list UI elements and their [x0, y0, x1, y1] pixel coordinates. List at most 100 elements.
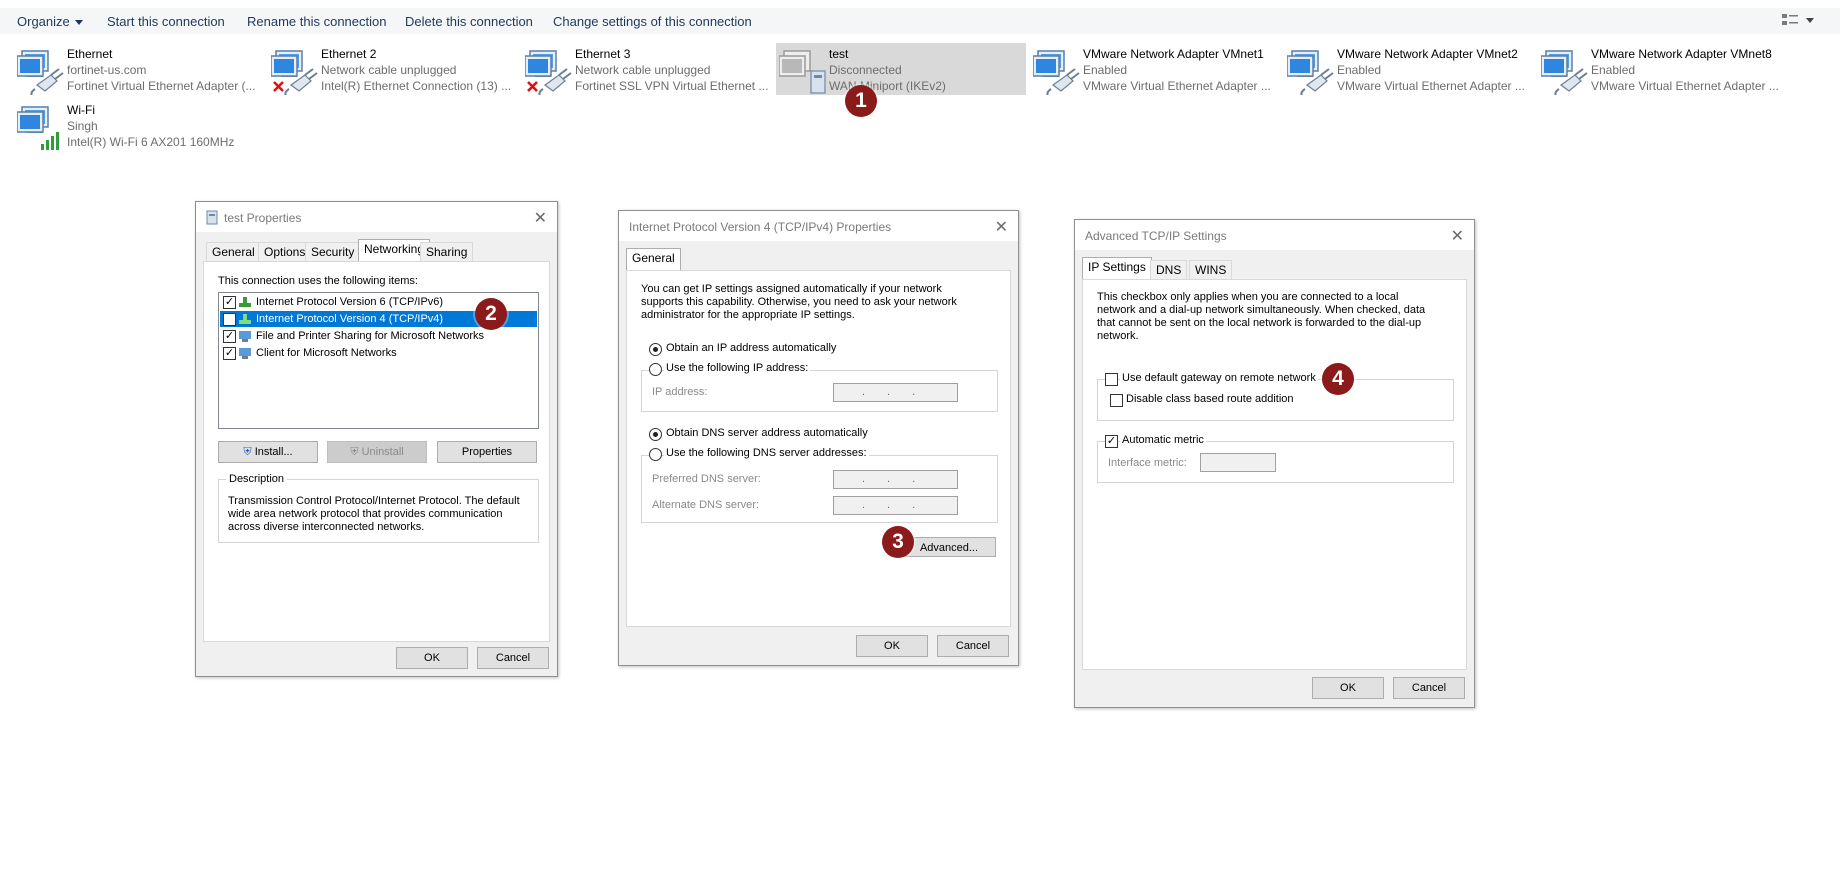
properties-button[interactable]: Properties [437, 441, 537, 463]
connection-status: fortinet-us.com [67, 63, 147, 77]
tab-sharing[interactable]: Sharing [420, 242, 474, 261]
tab-dns[interactable]: DNS [1150, 260, 1188, 279]
description-line-1: Transmission Control Protocol/Internet P… [228, 495, 520, 507]
connection-status: Enabled [1337, 63, 1382, 77]
interface-metric-label: Interface metric: [1108, 457, 1187, 469]
dialog-title-bar: Internet Protocol Version 4 (TCP/IPv4) P… [619, 211, 1018, 241]
info-line-1: This checkbox only applies when you are … [1097, 291, 1399, 303]
obtain-dns-label: Obtain DNS server address automatically [666, 427, 868, 439]
change-view-icon[interactable] [1782, 13, 1798, 27]
advanced-tcpip-dialog: Advanced TCP/IP Settings ✕ IP Settings D… [1074, 219, 1475, 708]
connection-ethernet-2[interactable]: Ethernet 2 Network cable unplugged Intel… [268, 43, 518, 95]
dialog-title: test Properties [224, 211, 302, 225]
protocol-icon [239, 297, 251, 307]
connection-wifi[interactable]: Wi-Fi Singh Intel(R) Wi-Fi 6 AX201 160MH… [14, 99, 264, 151]
connection-status: Singh [67, 119, 98, 133]
uninstall-label: Uninstall [361, 446, 404, 458]
shield-icon: ⛨ [243, 446, 252, 458]
file-sharing-checkbox[interactable]: ✓ [223, 330, 236, 343]
general-panel: You can get IP settings assigned automat… [626, 270, 1011, 627]
info-line-3: that cannot be sent on the local network… [1097, 317, 1422, 329]
tab-security[interactable]: Security [305, 242, 361, 261]
connection-ethernet[interactable]: Ethernet fortinet-us.com Fortinet Virtua… [14, 43, 264, 95]
vpn-connection-icon [779, 50, 826, 94]
connection-vmnet8[interactable]: VMware Network Adapter VMnet8 Enabled VM… [1538, 43, 1788, 95]
automatic-metric-checkbox[interactable]: ✓ [1105, 435, 1118, 448]
organize-menu[interactable]: Organize [17, 14, 83, 29]
connection-name: VMware Network Adapter VMnet8 [1591, 47, 1772, 61]
connection-status: Network cable unplugged [321, 63, 457, 77]
connection-device: VMware Virtual Ethernet Adapter ... [1591, 79, 1779, 93]
network-adapter-icon [17, 50, 64, 95]
change-settings-button[interactable]: Change settings of this connection [553, 14, 752, 29]
rename-connection-button[interactable]: Rename this connection [247, 14, 386, 29]
intro-line-3: administrator for the appropriate IP set… [641, 309, 855, 321]
tab-wins[interactable]: WINS [1189, 260, 1233, 279]
connection-status: Disconnected [829, 63, 902, 77]
use-dns-radio[interactable] [649, 448, 662, 461]
use-ip-radio[interactable] [649, 363, 662, 376]
ok-button[interactable]: OK [396, 647, 468, 669]
close-icon[interactable]: ✕ [534, 208, 547, 228]
ok-button[interactable]: OK [856, 635, 928, 657]
connection-device: Fortinet SSL VPN Virtual Ethernet ... [575, 79, 769, 93]
dialog-title-bar: Advanced TCP/IP Settings ✕ [1075, 220, 1474, 250]
disable-class-route-label: Disable class based route addition [1126, 393, 1294, 405]
connection-name: Ethernet 3 [575, 47, 631, 61]
tab-ip-settings[interactable]: IP Settings [1082, 257, 1152, 279]
list-item-label: Internet Protocol Version 4 (TCP/IPv4) [256, 313, 444, 325]
alternate-dns-field[interactable]: ... [833, 496, 958, 515]
tab-general[interactable]: General [206, 242, 261, 261]
info-line-2: network and a dial-up network simultaneo… [1097, 304, 1426, 316]
preferred-dns-field[interactable]: ... [833, 470, 958, 489]
command-bar: Organize Start this connection Rename th… [0, 8, 1840, 34]
step-badge-2: 2 [475, 298, 507, 330]
ip-address-label: IP address: [652, 386, 708, 398]
uninstall-button[interactable]: ⛨ Uninstall [327, 441, 427, 463]
install-button[interactable]: ⛨ Install... [218, 441, 318, 463]
start-connection-button[interactable]: Start this connection [107, 14, 225, 29]
service-icon [239, 331, 251, 342]
client-checkbox[interactable]: ✓ [223, 347, 236, 360]
ip-address-field[interactable]: ... [833, 383, 958, 402]
dialog-title-bar: test Properties ✕ [196, 202, 557, 232]
connection-name: Ethernet [67, 47, 113, 61]
ipv4-checkbox[interactable]: ✓ [223, 313, 236, 326]
list-item-file-sharing[interactable]: ✓ File and Printer Sharing for Microsoft… [220, 328, 537, 344]
cancel-button[interactable]: Cancel [937, 635, 1009, 657]
connection-name: VMware Network Adapter VMnet1 [1083, 47, 1264, 61]
tab-options[interactable]: Options [258, 242, 312, 261]
install-label: Install... [254, 446, 293, 458]
list-item-client[interactable]: ✓ Client for Microsoft Networks [220, 345, 537, 361]
obtain-dns-radio[interactable] [649, 428, 662, 441]
ipv6-checkbox[interactable]: ✓ [223, 296, 236, 309]
interface-metric-field[interactable] [1200, 453, 1276, 472]
test-properties-dialog: test Properties ✕ General Options Securi… [195, 201, 558, 677]
obtain-ip-label: Obtain an IP address automatically [666, 342, 837, 354]
vpn-connection-icon [206, 210, 218, 225]
disable-class-route-checkbox[interactable] [1110, 394, 1123, 407]
view-options-chevron-icon[interactable] [1806, 18, 1814, 23]
tab-general[interactable]: General [626, 248, 681, 270]
cancel-button[interactable]: Cancel [477, 647, 549, 669]
connection-device: Fortinet Virtual Ethernet Adapter (... [67, 79, 256, 93]
obtain-ip-radio[interactable] [649, 343, 662, 356]
network-adapter-icon [1541, 50, 1588, 95]
list-item-label: File and Printer Sharing for Microsoft N… [256, 330, 485, 342]
items-list-label: This connection uses the following items… [218, 275, 418, 287]
network-adapter-unplugged-icon [525, 50, 572, 95]
tab-strip: General [626, 248, 726, 271]
delete-connection-button[interactable]: Delete this connection [405, 14, 533, 29]
alternate-dns-label: Alternate DNS server: [652, 499, 759, 511]
close-icon[interactable]: ✕ [1451, 226, 1464, 246]
close-icon[interactable]: ✕ [995, 217, 1008, 237]
ok-button[interactable]: OK [1312, 677, 1384, 699]
default-gateway-checkbox[interactable] [1105, 373, 1118, 386]
connection-vmnet1[interactable]: VMware Network Adapter VMnet1 Enabled VM… [1030, 43, 1280, 95]
connection-vmnet2[interactable]: VMware Network Adapter VMnet2 Enabled VM… [1284, 43, 1534, 95]
connection-status: Enabled [1083, 63, 1128, 77]
connection-ethernet-3[interactable]: Ethernet 3 Network cable unplugged Forti… [522, 43, 772, 95]
cancel-button[interactable]: Cancel [1393, 677, 1465, 699]
connection-test[interactable]: test Disconnected WAN Miniport (IKEv2) [776, 43, 1026, 95]
default-gateway-label: Use default gateway on remote network [1120, 372, 1318, 384]
